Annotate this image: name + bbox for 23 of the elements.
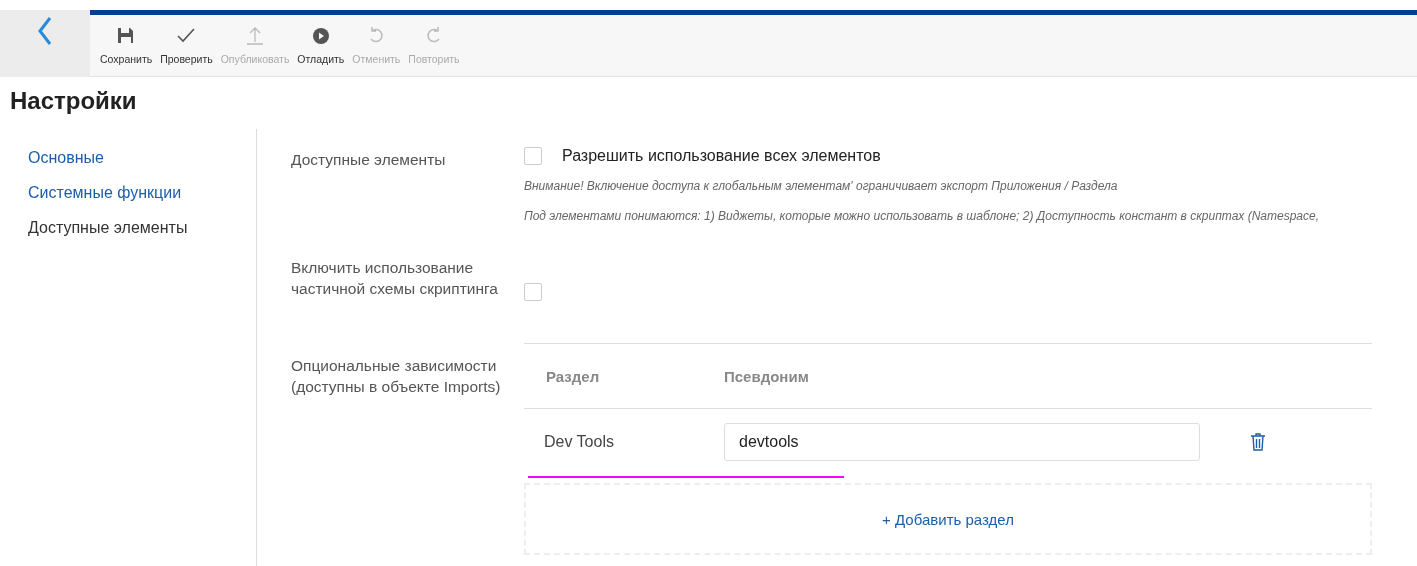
table-cell-text: Dev Tools bbox=[543, 433, 615, 451]
column-header: Раздел bbox=[545, 367, 601, 385]
page-title: Настройки bbox=[10, 87, 137, 115]
checkbox-label: Разрешить использование всех элементов bbox=[562, 147, 881, 165]
alias-input[interactable]: devtools bbox=[724, 423, 1200, 461]
debug-button[interactable]: Отладить bbox=[293, 19, 349, 76]
sidebar-item[interactable]: Доступные элементы bbox=[28, 219, 188, 237]
column-header: Псевдоним bbox=[724, 367, 809, 385]
sidebar-item[interactable]: Основные bbox=[28, 149, 104, 167]
trash-icon[interactable] bbox=[1250, 432, 1266, 452]
note-text: Под элементами понимаются: 1) Виджеты, которые можно использовать в шаблоне; 2) Доступность констант в скриптах (Namespace, bbox=[524, 209, 1320, 223]
add-section-button[interactable]: + Добавить раздел bbox=[524, 483, 1372, 555]
check-button[interactable]: Проверить bbox=[156, 19, 217, 76]
setting-label: Опциональные зависимости (доступны в объекте Imports) bbox=[291, 356, 501, 397]
checkbox[interactable] bbox=[524, 283, 542, 301]
checkbox[interactable] bbox=[524, 147, 542, 165]
sidebar-item[interactable]: Системные функции bbox=[28, 184, 182, 202]
setting-label: Включить использование частичной схемы скриптинга bbox=[291, 258, 499, 299]
save-button[interactable]: Сохранить bbox=[96, 19, 157, 76]
chevron-left-icon bbox=[37, 16, 53, 46]
back-button[interactable] bbox=[0, 10, 90, 77]
note-text: Внимание! Включение доступа к глобальным элементам' ограничивает экспорт Приложения / Раздела bbox=[524, 179, 1119, 193]
setting-label: Доступные элементы bbox=[291, 150, 447, 170]
